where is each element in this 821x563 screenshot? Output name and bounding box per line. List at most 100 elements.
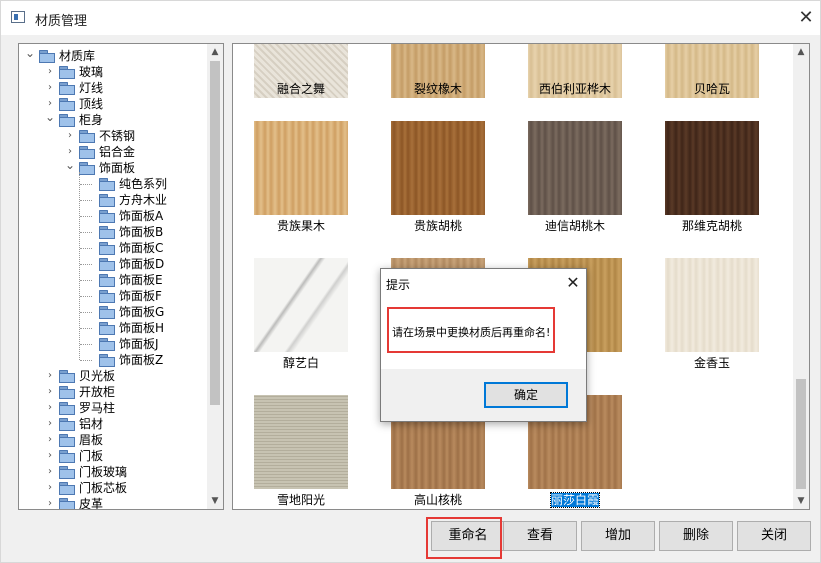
tree-item[interactable]: 饰面板J	[19, 336, 205, 352]
tree-item-label: 铝材	[79, 417, 104, 431]
material-label-text: 融合之舞	[276, 82, 325, 96]
close-button[interactable]: 关闭	[737, 521, 811, 551]
folder-icon	[59, 450, 75, 463]
material-label: 融合之舞	[236, 80, 366, 97]
grid-scrollbar[interactable]: ▲ ▼	[793, 44, 809, 509]
scroll-down-icon[interactable]: ▼	[793, 493, 809, 509]
dialog-title-bar: 提示 ✕	[381, 269, 586, 299]
tree-item[interactable]: › 灯线	[19, 80, 205, 96]
scroll-down-icon[interactable]: ▼	[207, 493, 223, 509]
tree-item[interactable]: ⌄ 材质库	[19, 47, 205, 64]
tree-item-label: 灯线	[79, 81, 104, 95]
scroll-up-icon[interactable]: ▲	[793, 44, 809, 60]
chevron-down-icon[interactable]: ⌄	[45, 111, 55, 128]
chevron-right-icon[interactable]: ›	[45, 368, 55, 384]
chevron-right-icon[interactable]: ›	[45, 464, 55, 480]
chevron-right-icon[interactable]: ›	[45, 432, 55, 448]
tree-item[interactable]: 纯色系列	[19, 176, 205, 192]
tree-item[interactable]: › 贝光板	[19, 368, 205, 384]
tree-item[interactable]: 方舟木业	[19, 192, 205, 208]
tree-item-label: 饰面板E	[119, 273, 163, 287]
folder-icon	[59, 370, 75, 383]
material-swatch[interactable]	[665, 258, 759, 352]
tree-item[interactable]: 饰面板C	[19, 240, 205, 256]
tree-item[interactable]: › 门板芯板	[19, 480, 205, 496]
tree-item[interactable]: ⌄ 柜身	[19, 111, 205, 128]
tree-item[interactable]: 饰面板E	[19, 272, 205, 288]
folder-icon	[99, 338, 115, 351]
chevron-right-icon[interactable]: ›	[45, 400, 55, 416]
material-label-text: 高山核桃	[413, 493, 462, 507]
material-label: 高山核桃	[373, 491, 503, 508]
material-label: 金香玉	[647, 354, 777, 371]
delete-button[interactable]: 删除	[659, 521, 733, 551]
material-label-text: 西伯利亚桦木	[538, 82, 611, 96]
tree-item[interactable]: 饰面板A	[19, 208, 205, 224]
folder-icon	[79, 162, 95, 175]
ok-button[interactable]: 确定	[484, 382, 568, 408]
material-swatch[interactable]	[665, 121, 759, 215]
chevron-right-icon[interactable]: ›	[65, 128, 75, 144]
folder-icon	[99, 178, 115, 191]
material-tree[interactable]: ▲ ▼ ⌄ 材质库 › 玻璃 › 灯线 › 顶线 ⌄ 柜身 › 不锈钢 › 铝合金 ⌄ 饰面板 纯色系列 方舟木业…	[18, 43, 224, 510]
view-button[interactable]: 查看	[503, 521, 577, 551]
tree-item-label: 门板	[79, 449, 104, 463]
chevron-right-icon[interactable]: ›	[45, 448, 55, 464]
material-swatch[interactable]	[528, 121, 622, 215]
scroll-up-icon[interactable]: ▲	[207, 44, 223, 60]
tree-item[interactable]: › 罗马柱	[19, 400, 205, 416]
tree-item[interactable]: › 开放柜	[19, 384, 205, 400]
folder-icon	[99, 226, 115, 239]
tree-item-label: 玻璃	[79, 65, 104, 79]
chevron-right-icon[interactable]: ›	[45, 64, 55, 80]
material-label-text: 醇艺白	[282, 356, 319, 370]
material-swatch[interactable]	[254, 258, 348, 352]
material-swatch[interactable]	[391, 121, 485, 215]
folder-icon	[59, 66, 75, 79]
tree-item[interactable]: 饰面板D	[19, 256, 205, 272]
chevron-right-icon[interactable]: ›	[45, 496, 55, 509]
tree-item[interactable]: 饰面板Z	[19, 352, 205, 368]
tree-item-label: 眉板	[79, 433, 104, 447]
close-icon[interactable]: ✕	[794, 6, 818, 30]
material-swatch[interactable]	[254, 121, 348, 215]
grid-scroll-thumb[interactable]	[796, 379, 806, 489]
tree-item[interactable]: › 铝材	[19, 416, 205, 432]
chevron-down-icon[interactable]: ⌄	[25, 47, 35, 64]
tree-item-label: 不锈钢	[99, 129, 136, 143]
chevron-right-icon[interactable]: ›	[45, 480, 55, 496]
dialog-close-icon[interactable]: ✕	[563, 272, 583, 294]
folder-icon	[59, 82, 75, 95]
tree-item[interactable]: › 皮革	[19, 496, 205, 509]
material-label-text: 那维克胡桃	[681, 219, 742, 233]
chevron-down-icon[interactable]: ⌄	[65, 159, 75, 176]
tree-item[interactable]: ⌄ 饰面板	[19, 159, 205, 176]
add-button[interactable]: 增加	[581, 521, 655, 551]
tree-item-label: 饰面板	[99, 161, 136, 175]
material-label: 丽莎白霞	[510, 491, 640, 508]
material-swatch[interactable]	[254, 395, 348, 489]
tree-item[interactable]: 饰面板H	[19, 320, 205, 336]
tree-guide-line	[79, 172, 80, 360]
tree-item[interactable]: › 门板玻璃	[19, 464, 205, 480]
chevron-right-icon[interactable]: ›	[45, 384, 55, 400]
tree-item[interactable]: › 铝合金	[19, 144, 205, 160]
folder-icon	[59, 402, 75, 415]
tree-item[interactable]: 饰面板G	[19, 304, 205, 320]
alert-dialog: 提示 ✕ 请在场景中更换材质后再重命名! 确定	[380, 268, 587, 422]
chevron-right-icon[interactable]: ›	[45, 80, 55, 96]
material-label-text: 裂纹橡木	[413, 82, 462, 96]
material-label: 迪信胡桃木	[510, 217, 640, 234]
rename-highlight-box	[426, 517, 502, 559]
tree-item[interactable]: › 不锈钢	[19, 128, 205, 144]
tree-item-label: 饰面板H	[119, 321, 165, 335]
tree-item-label: 饰面板D	[119, 257, 165, 271]
tree-item[interactable]: 饰面板F	[19, 288, 205, 304]
tree-scroll-thumb[interactable]	[210, 61, 220, 405]
tree-item[interactable]: › 门板	[19, 448, 205, 464]
tree-item[interactable]: › 眉板	[19, 432, 205, 448]
tree-item[interactable]: 饰面板B	[19, 224, 205, 240]
tree-item[interactable]: › 玻璃	[19, 64, 205, 80]
tree-scrollbar[interactable]: ▲ ▼	[207, 44, 223, 509]
chevron-right-icon[interactable]: ›	[45, 416, 55, 432]
